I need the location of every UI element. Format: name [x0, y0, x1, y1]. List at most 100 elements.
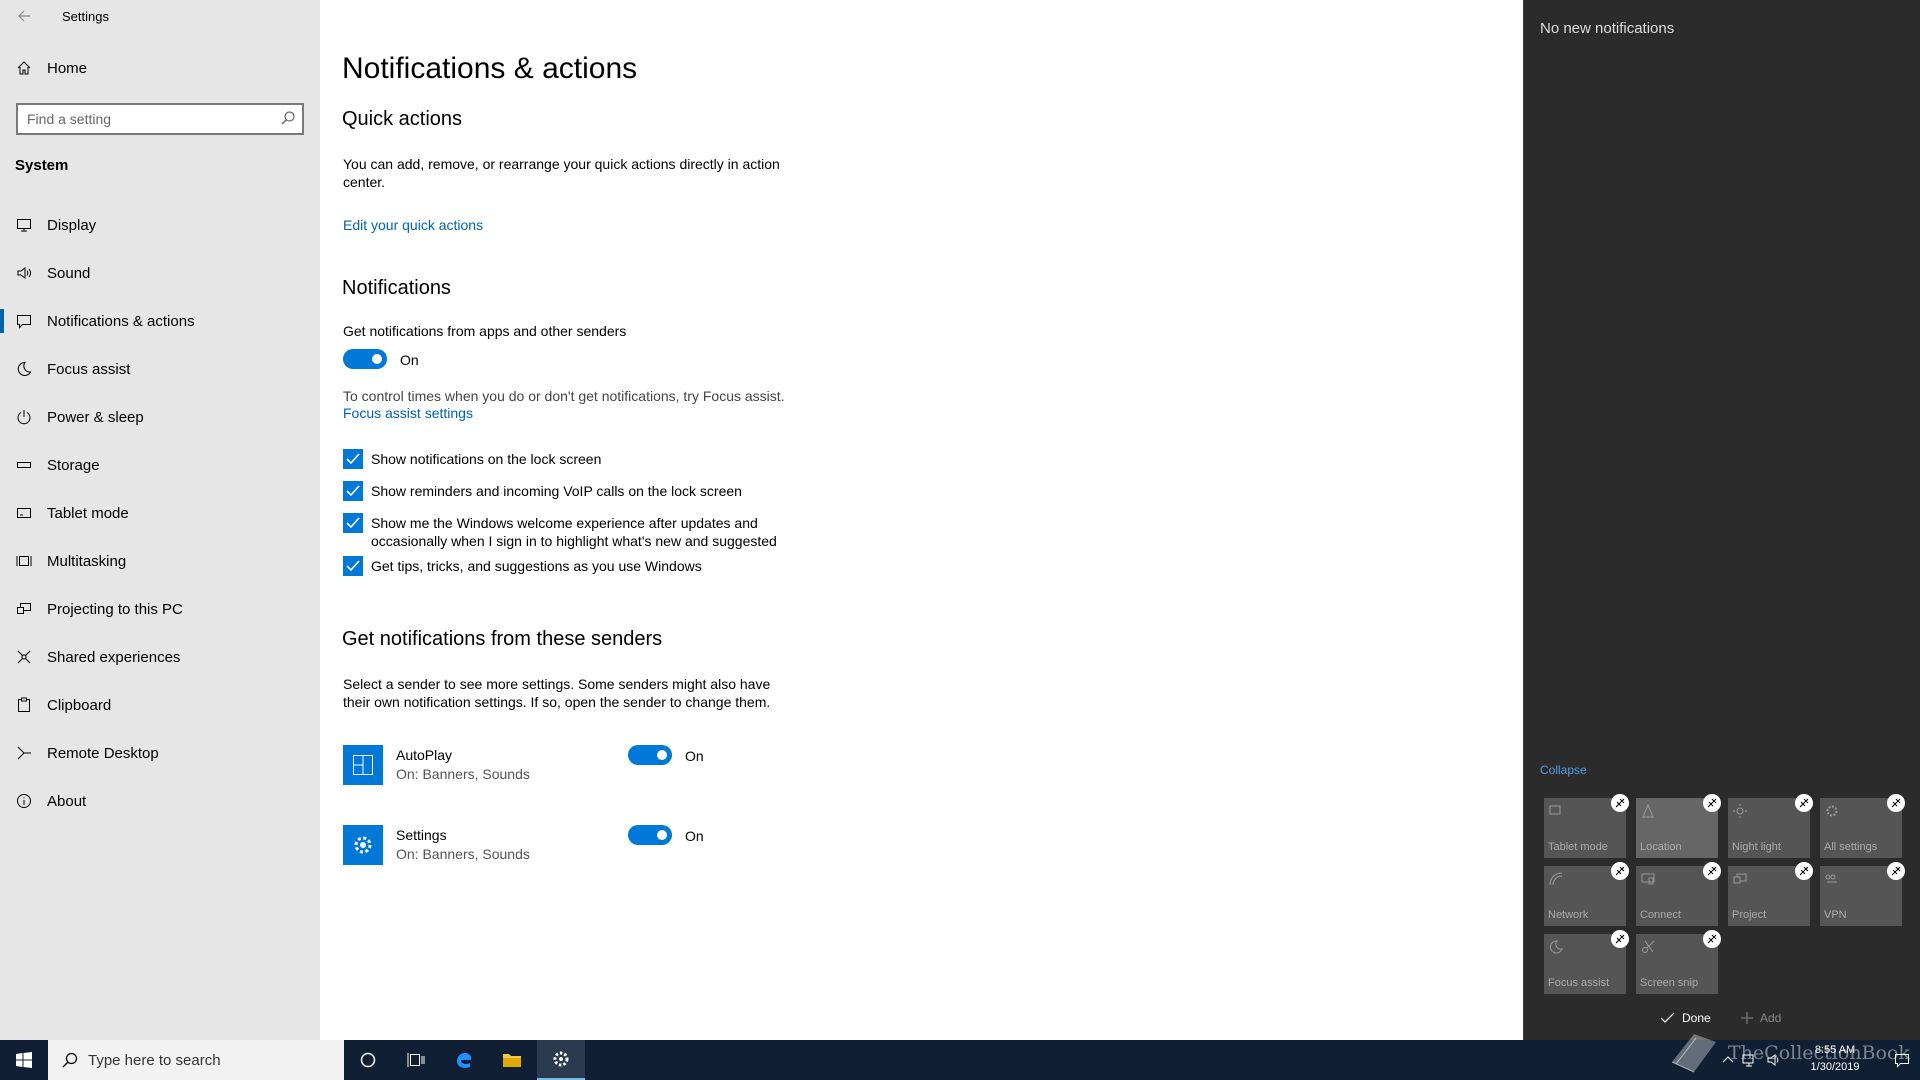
taskbar-search-box[interactable]: Type here to search [48, 1040, 344, 1080]
back-button[interactable] [12, 4, 36, 28]
sidebar-item-multitasking[interactable]: Multitasking [0, 541, 320, 581]
sidebar-item-projecting[interactable]: Projecting to this PC [0, 589, 320, 629]
done-button[interactable]: Done [1660, 1011, 1711, 1025]
sidebar-item-home[interactable]: Home [0, 53, 320, 83]
quick-action-night-light[interactable]: Night light [1728, 794, 1813, 858]
quick-actions-heading: Quick actions [342, 108, 463, 130]
quick-action-screen-snip[interactable]: Screen snip [1636, 930, 1721, 994]
checkbox-checked[interactable] [343, 481, 363, 501]
checkbox-reminders-voip[interactable]: Show reminders and incoming VoIP calls o… [343, 481, 801, 501]
sidebar-item-tablet-mode[interactable]: Tablet mode [0, 493, 320, 533]
sun-icon [1733, 804, 1747, 818]
checkmark-icon [346, 560, 360, 572]
checkbox-tips-tricks[interactable]: Get tips, tricks, and suggestions as you… [343, 556, 801, 576]
quick-actions-description: You can add, remove, or rearrange your q… [343, 156, 780, 190]
sidebar-item-label: Remote Desktop [47, 744, 159, 762]
quick-action-network[interactable]: Network [1544, 862, 1629, 926]
checkbox-checked[interactable] [343, 513, 363, 533]
sidebar-item-label: Display [47, 216, 97, 234]
checkmark-icon [1660, 1012, 1675, 1023]
project-icon [1733, 873, 1747, 884]
sidebar-item-focus-assist[interactable]: Focus assist [0, 349, 320, 389]
sidebar-item-storage[interactable]: Storage [0, 445, 320, 485]
edge-button[interactable] [440, 1040, 488, 1080]
sound-icon [14, 263, 34, 283]
title-bar: Settings [0, 0, 320, 32]
focus-assist-settings-link[interactable]: Focus assist settings [343, 405, 473, 421]
action-center: No new notifications Collapse Tablet mod… [1523, 0, 1920, 1040]
sidebar-item-clipboard[interactable]: Clipboard [0, 685, 320, 725]
unpin-icon[interactable] [1703, 930, 1721, 948]
moon-icon [14, 359, 34, 379]
settings-app-icon [343, 825, 383, 865]
start-button[interactable] [0, 1040, 48, 1080]
unpin-icon[interactable] [1887, 862, 1905, 880]
checkbox-checked[interactable] [343, 556, 363, 576]
tablet-icon [14, 503, 34, 523]
search-field[interactable] [16, 103, 304, 135]
file-explorer-button[interactable] [488, 1040, 536, 1080]
unpin-icon[interactable] [1795, 794, 1813, 812]
sidebar-item-label: Sound [47, 264, 91, 282]
unpin-icon[interactable] [1703, 794, 1721, 812]
clock[interactable]: 8:55 AM 1/30/2019 [1798, 1042, 1872, 1076]
sidebar-item-sound[interactable]: Sound [0, 253, 320, 293]
notifications-toggle[interactable] [343, 349, 387, 369]
quick-action-focus-assist[interactable]: Focus assist [1544, 930, 1629, 994]
settings-toggle-state: On [685, 828, 704, 844]
quick-action-all-settings[interactable]: All settings [1820, 794, 1905, 858]
sender-name: Settings [396, 827, 447, 843]
storage-icon [14, 455, 34, 475]
clipboard-icon [14, 695, 34, 715]
network-icon [1549, 872, 1563, 886]
autoplay-toggle[interactable] [628, 745, 672, 765]
settings-toggle[interactable] [628, 825, 672, 845]
add-button[interactable]: Add [1740, 1011, 1781, 1025]
quick-action-vpn[interactable]: VPN [1820, 862, 1905, 926]
quick-action-project[interactable]: Project [1728, 862, 1813, 926]
sidebar: Settings Home System Display Sound Notif… [0, 0, 320, 1040]
focus-assist-hint: To control times when you do or don't ge… [343, 388, 785, 404]
sidebar-item-shared-experiences[interactable]: Shared experiences [0, 637, 320, 677]
clock-time: 8:55 AM [1814, 1044, 1856, 1056]
home-icon [14, 58, 34, 78]
search-icon [62, 1052, 78, 1068]
checkbox-checked[interactable] [343, 449, 363, 469]
quick-action-connect[interactable]: Connect [1636, 862, 1721, 926]
collapse-link[interactable]: Collapse [1540, 763, 1587, 777]
quick-action-location[interactable]: Location [1636, 794, 1721, 858]
quick-action-tablet-mode[interactable]: Tablet mode [1544, 794, 1629, 858]
checkbox-welcome-experience[interactable]: Show me the Windows welcome experience a… [343, 513, 801, 550]
sidebar-item-label: About [47, 792, 87, 810]
sidebar-item-label: Home [47, 59, 88, 77]
tile-label: Night light [1732, 841, 1781, 853]
senders-heading: Get notifications from these senders [342, 628, 663, 650]
unpin-icon[interactable] [1611, 930, 1629, 948]
unpin-icon[interactable] [1795, 862, 1813, 880]
settings-taskbar-button[interactable] [537, 1040, 585, 1080]
edit-quick-actions-link[interactable]: Edit your quick actions [343, 217, 483, 233]
page-title: Notifications & actions [342, 52, 638, 85]
folder-icon [503, 1054, 521, 1067]
tile-label: Location [1640, 841, 1682, 853]
unpin-icon[interactable] [1611, 794, 1629, 812]
unpin-icon[interactable] [1611, 862, 1629, 880]
unpin-icon[interactable] [1887, 794, 1905, 812]
tile-label: Focus assist [1548, 977, 1610, 989]
search-input[interactable] [18, 105, 268, 133]
checkbox-lock-screen[interactable]: Show notifications on the lock screen [343, 449, 801, 469]
task-view-button[interactable] [392, 1040, 440, 1080]
sender-name: AutoPlay [396, 747, 453, 763]
sidebar-item-display[interactable]: Display [0, 205, 320, 245]
sidebar-item-label: Focus assist [47, 360, 131, 378]
sidebar-item-about[interactable]: About [0, 781, 320, 821]
sidebar-item-notifications[interactable]: Notifications & actions [0, 301, 320, 341]
taskbar-search-placeholder: Type here to search [88, 1051, 221, 1069]
search-icon [281, 111, 295, 125]
cortana-button[interactable] [344, 1040, 392, 1080]
unpin-icon[interactable] [1703, 862, 1721, 880]
sidebar-item-power-sleep[interactable]: Power & sleep [0, 397, 320, 437]
checkmark-icon [346, 453, 360, 465]
task-view-icon [407, 1053, 425, 1067]
sidebar-item-remote-desktop[interactable]: Remote Desktop [0, 733, 320, 773]
